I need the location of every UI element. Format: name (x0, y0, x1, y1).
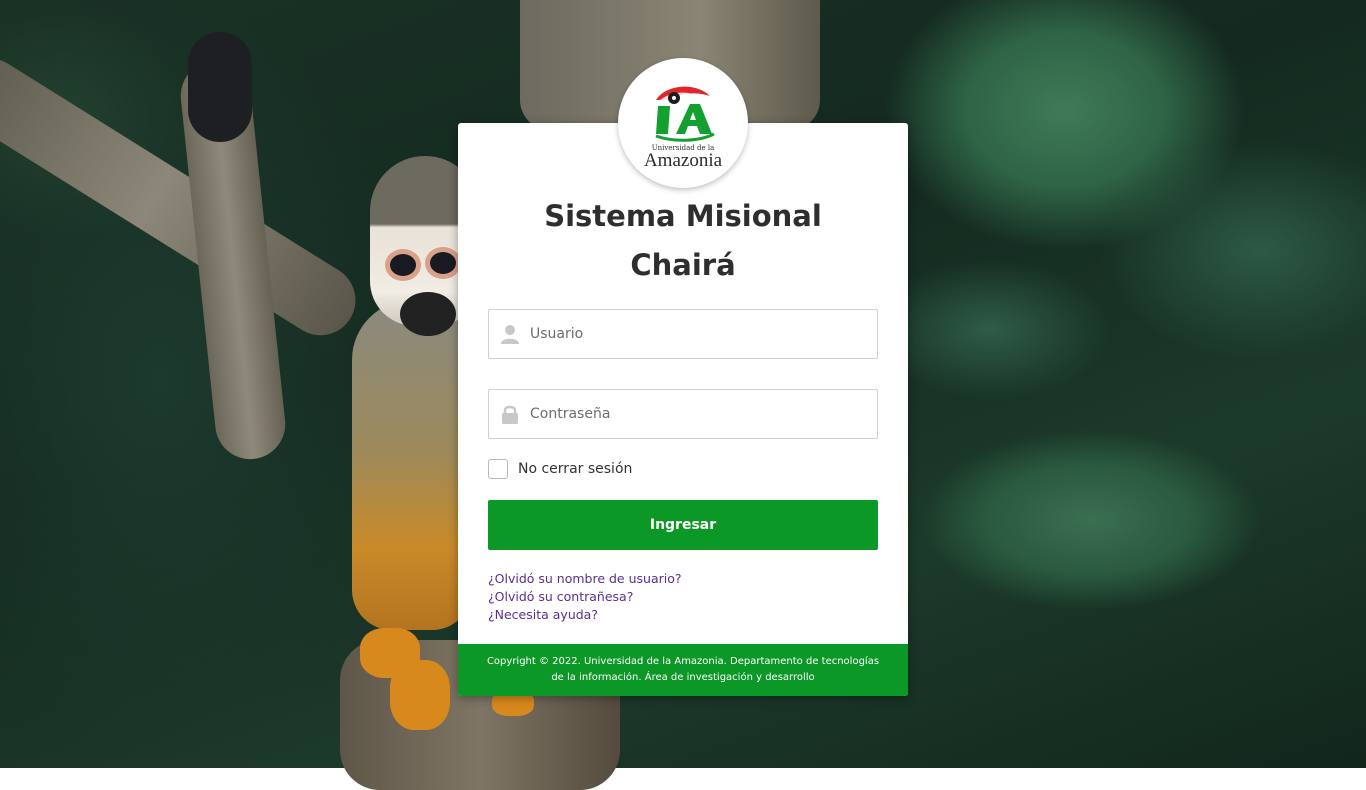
footer-copyright-line1: Copyright © 2022. Universidad de la Amaz… (486, 656, 880, 667)
help-links: ¿Olvidó su nombre de usuario? ¿Olvidó su… (488, 570, 682, 624)
user-icon (501, 324, 519, 344)
help-link[interactable]: ¿Necesita ayuda? (488, 606, 682, 624)
remember-session-label[interactable]: No cerrar sesión (518, 458, 632, 480)
monkey-muzzle (400, 292, 456, 336)
forgot-password-link[interactable]: ¿Olvidó su contrañesa? (488, 588, 682, 606)
remember-session-checkbox[interactable] (488, 459, 508, 479)
page-title: Sistema Misional Chairá (458, 192, 908, 290)
monkey-right-eye (430, 252, 456, 274)
password-placeholder: Contraseña (530, 406, 611, 422)
forgot-username-link[interactable]: ¿Olvidó su nombre de usuario? (488, 570, 682, 588)
username-field[interactable]: Usuario (488, 309, 878, 359)
monkey-tail-tip (188, 32, 252, 142)
card-footer: Copyright © 2022. Universidad de la Amaz… (458, 644, 908, 696)
monkey-left-eye (390, 254, 416, 276)
password-field[interactable]: Contraseña (488, 389, 878, 439)
username-placeholder: Usuario (530, 326, 584, 342)
page-title-line1: Sistema Misional (544, 199, 822, 233)
monkey-foot (390, 660, 450, 730)
login-button[interactable]: Ingresar (488, 500, 878, 550)
logo-caption-large: Amazonia (643, 150, 723, 171)
footer-copyright-line2: de la información. Área de investigación… (551, 672, 815, 683)
university-logo: Universidad de la Amazonia (618, 58, 748, 188)
monkey-body (352, 300, 472, 630)
lock-icon (501, 404, 519, 424)
page-title-line2: Chairá (630, 248, 736, 282)
